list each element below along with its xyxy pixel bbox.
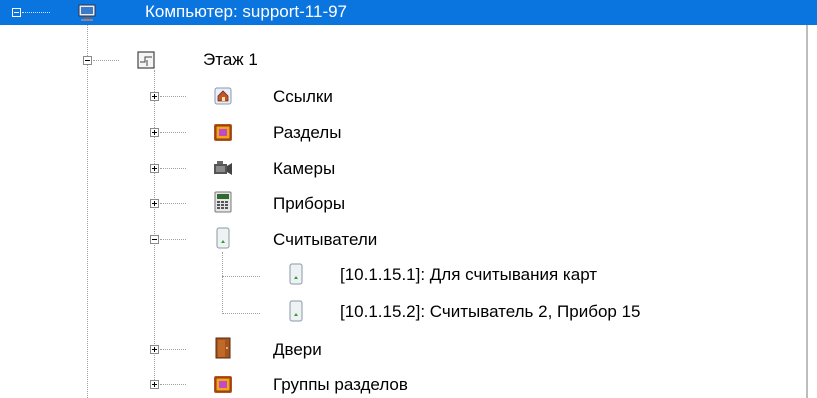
tree-connector (160, 168, 186, 169)
tree-node-label: Разделы (273, 123, 342, 142)
expand-toggle[interactable] (150, 164, 159, 173)
tree-node-label: Группы разделов (273, 375, 408, 394)
camera-icon (214, 161, 232, 175)
tree-connector (222, 276, 260, 277)
tree-node-label: Компьютер: support-11-97 (145, 2, 348, 21)
floor-plan-icon (137, 51, 155, 69)
expand-toggle[interactable] (150, 345, 159, 354)
tree-node-label: [10.1.15.1]: Для считывания карт (340, 265, 598, 284)
tree-connector (222, 252, 223, 314)
tree-connector (87, 25, 88, 398)
tree-connector (93, 60, 119, 61)
tree-node-label: Приборы (273, 194, 346, 213)
expand-toggle[interactable] (150, 92, 159, 101)
tree-connector (154, 70, 155, 388)
tree-connector (222, 313, 260, 314)
tree-connector (160, 384, 186, 385)
tree-node-label: Этаж 1 (203, 50, 258, 69)
reader-icon (289, 300, 303, 322)
device-tree: Компьютер: support-11-97 Этаж 1 Ссылки Р… (0, 0, 817, 398)
links-house-icon (214, 87, 232, 105)
sections-icon (214, 124, 232, 141)
collapse-toggle[interactable] (83, 56, 92, 65)
section-groups-icon (214, 376, 232, 393)
tree-node-label: Ссылки (273, 87, 333, 106)
expand-toggle[interactable] (150, 380, 159, 389)
tree-connector (160, 203, 186, 204)
device-panel-icon (214, 191, 232, 213)
collapse-toggle[interactable] (150, 235, 159, 244)
expand-toggle[interactable] (150, 199, 159, 208)
reader-icon (216, 227, 230, 249)
tree-connector (160, 132, 186, 133)
computer-icon (78, 4, 96, 21)
collapse-toggle[interactable] (12, 8, 21, 17)
tree-node-computer[interactable]: Компьютер: support-11-97 (0, 0, 817, 25)
reader-icon (289, 263, 303, 285)
tree-node-label: Считыватели (273, 230, 378, 249)
tree-node-label: Двери (273, 340, 322, 359)
door-icon (215, 337, 231, 359)
tree-connector (160, 239, 186, 240)
tree-connector (160, 96, 186, 97)
tree-connector (160, 349, 186, 350)
tree-node-label: [10.1.15.2]: Считыватель 2, Прибор 15 (340, 302, 641, 321)
expand-toggle[interactable] (150, 128, 159, 137)
tree-connector (22, 12, 50, 13)
tree-node-label: Камеры (273, 159, 336, 178)
panel-border (806, 25, 808, 398)
